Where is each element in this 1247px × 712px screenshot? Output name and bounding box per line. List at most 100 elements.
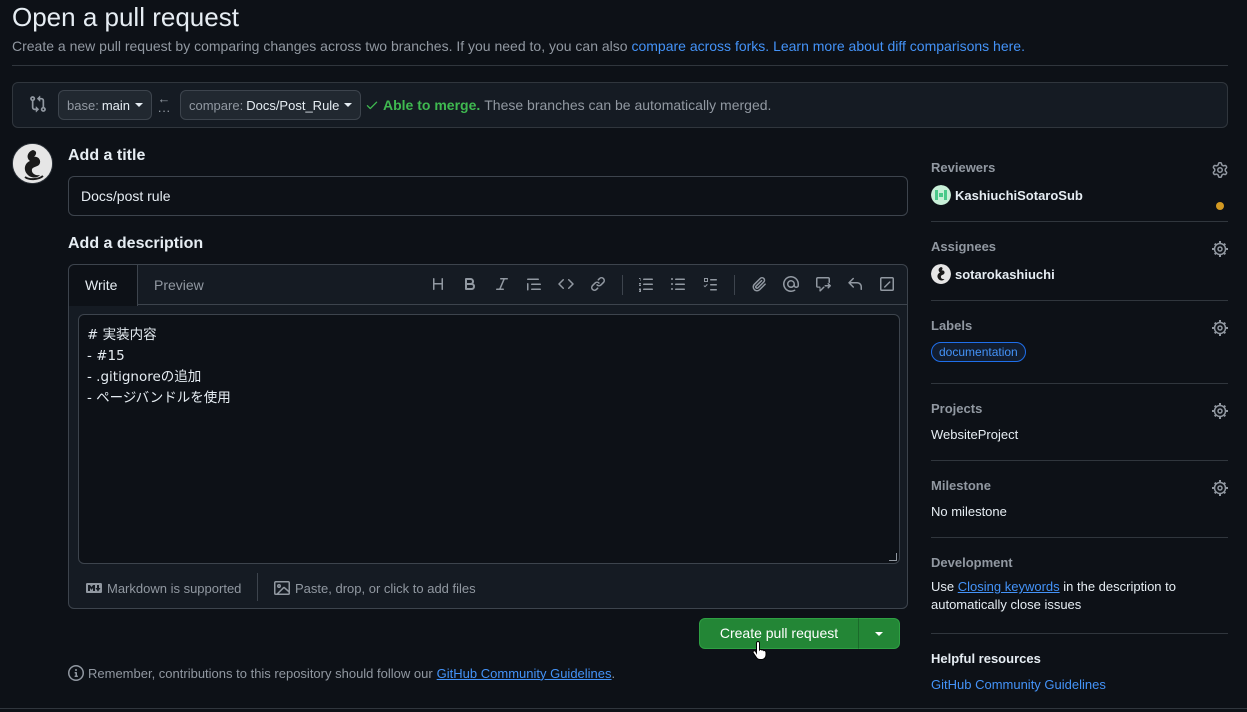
avatar [931, 264, 951, 284]
markdown-note: Markdown is supported [107, 580, 242, 596]
sidebar-divider [931, 221, 1228, 222]
compare-bar: base: main ← ··· compare: Docs/Post_Rule … [12, 82, 1228, 128]
bold-icon[interactable] [462, 276, 480, 294]
footer-divider [257, 573, 258, 601]
hand-cursor-icon [752, 640, 767, 660]
gear-icon[interactable] [1212, 480, 1228, 496]
compare-branch-select[interactable]: compare: Docs/Post_Rule [180, 90, 362, 120]
base-branch-select[interactable]: base: main [58, 90, 152, 120]
development-title: Development [931, 555, 1013, 570]
body-line: - #15 [87, 348, 125, 364]
check-icon [366, 101, 378, 110]
description-textarea[interactable]: # 実装内容 - #15 - .gitignoreの追加 - ページバンドルを使… [78, 314, 900, 564]
sidebar-divider [931, 537, 1228, 538]
pending-review-indicator [1216, 202, 1224, 210]
slash-command-icon[interactable] [879, 276, 897, 294]
remember-text: Remember, contributions to this reposito… [88, 665, 433, 681]
sidebar-divider [931, 300, 1228, 301]
ordered-list-icon[interactable] [638, 276, 656, 294]
italic-icon[interactable] [494, 276, 512, 294]
description-editor: Write Preview # 実装内容 - #15 - .gitignoreの… [68, 264, 908, 609]
sidebar-divider [931, 383, 1228, 384]
chevron-down-icon [135, 103, 143, 107]
assignee-name: sotarokashiuchi [955, 266, 1055, 282]
tab-write[interactable]: Write [69, 265, 138, 306]
chevron-down-icon [875, 632, 883, 636]
page-title: Open a pull request [12, 2, 239, 32]
create-options-dropdown[interactable] [858, 618, 900, 649]
tab-preview[interactable]: Preview [138, 265, 220, 305]
label-documentation[interactable]: documentation [931, 342, 1026, 362]
unordered-list-icon[interactable] [670, 276, 688, 294]
reply-icon[interactable] [847, 276, 865, 294]
compare-branch-name: Docs/Post_Rule [246, 97, 340, 113]
resources-title: Helpful resources [931, 651, 1041, 666]
reviewer-name: KashiuchiSotaroSub [955, 187, 1083, 203]
gear-icon[interactable] [1212, 241, 1228, 257]
title-input[interactable] [68, 176, 908, 216]
milestone-section: Milestone No milestone [931, 478, 1228, 524]
development-section: Development Use Closing keywords in the … [931, 555, 1228, 619]
resources-section: Helpful resources GitHub Community Guide… [931, 651, 1228, 697]
info-icon [68, 665, 84, 681]
reviewer-item[interactable]: KashiuchiSotaroSub [931, 185, 1228, 205]
compare-forks-link[interactable]: compare across forks. [631, 38, 769, 54]
milestone-value: No milestone [931, 504, 1007, 519]
reference-icon[interactable] [815, 276, 833, 294]
mention-icon[interactable] [782, 275, 801, 294]
attach-icon[interactable] [751, 276, 769, 294]
page-bottom-divider [0, 708, 1247, 709]
assignee-item[interactable]: sotarokashiuchi [931, 264, 1228, 284]
reviewers-title[interactable]: Reviewers [931, 160, 1228, 175]
quote-icon[interactable] [526, 276, 544, 294]
avatar [931, 185, 951, 205]
editor-footer: Markdown is supported Paste, drop, or cl… [69, 570, 907, 608]
milestone-title[interactable]: Milestone [931, 478, 1228, 493]
projects-section: Projects WebsiteProject [931, 401, 1228, 447]
header-divider [12, 65, 1228, 66]
attach-note: Paste, drop, or click to add files [295, 580, 476, 596]
toolbar-divider [734, 275, 735, 295]
sidebar-divider [931, 633, 1228, 634]
gear-icon[interactable] [1212, 162, 1228, 178]
resources-guidelines-link[interactable]: GitHub Community Guidelines [931, 677, 1228, 692]
heading-icon[interactable] [430, 276, 448, 294]
assignees-section: Assignees sotarokashiuchi [931, 239, 1228, 289]
reviewers-section: Reviewers KashiuchiSotaroSub [931, 160, 1228, 210]
community-guidelines-link[interactable]: GitHub Community Guidelines [437, 666, 612, 681]
labels-title[interactable]: Labels [931, 318, 1228, 333]
base-prefix: base: [67, 97, 99, 113]
merge-ok-text: Able to merge. [383, 97, 481, 113]
link-icon[interactable] [590, 276, 608, 294]
create-pull-request-button[interactable]: Create pull request [699, 618, 859, 649]
closing-keywords-link[interactable]: Closing keywords [958, 579, 1060, 594]
sidebar-divider [931, 460, 1228, 461]
assignees-title[interactable]: Assignees [931, 239, 1228, 254]
body-line: - ページバンドルを使用 [87, 390, 231, 406]
code-icon[interactable] [558, 276, 576, 294]
title-label: Add a title [68, 147, 146, 164]
editor-header: Write Preview [69, 265, 907, 306]
toolbar-divider [622, 275, 623, 295]
development-text: Use Closing keywords in the description … [931, 578, 1228, 614]
arrow-left-icon: ← ··· [157, 91, 171, 118]
user-avatar[interactable] [12, 143, 53, 184]
labels-section: Labels documentation [931, 318, 1228, 368]
markdown-icon [86, 583, 102, 593]
contribution-note: Remember, contributions to this reposito… [68, 665, 615, 681]
body-line: # 実装内容 [87, 327, 157, 343]
learn-diff-link[interactable]: Learn more about diff comparisons here. [773, 38, 1025, 54]
merge-message: These branches can be automatically merg… [484, 97, 772, 113]
chevron-down-icon [344, 103, 353, 107]
task-list-icon[interactable] [702, 276, 720, 294]
dev-text-prefix: Use [931, 579, 955, 594]
project-value[interactable]: WebsiteProject [931, 427, 1228, 442]
gear-icon[interactable] [1212, 403, 1228, 419]
add-files-button[interactable]: Paste, drop, or click to add files [274, 580, 476, 596]
merge-status: Able to merge. These branches can be aut… [365, 97, 771, 113]
projects-title[interactable]: Projects [931, 401, 1228, 416]
markdown-support-link[interactable]: Markdown is supported [86, 580, 241, 596]
gear-icon[interactable] [1212, 320, 1228, 336]
subtitle-text: Create a new pull request by comparing c… [12, 38, 628, 54]
resize-handle[interactable] [889, 553, 897, 561]
